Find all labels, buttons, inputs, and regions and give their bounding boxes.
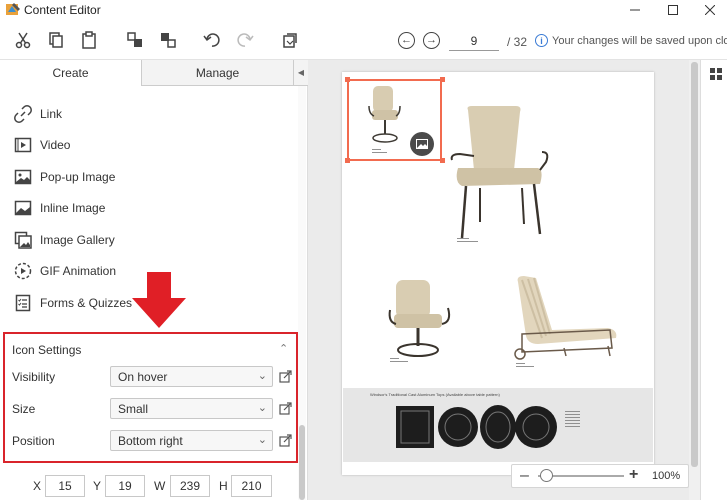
y-label: Y [93, 479, 102, 493]
size-label: Size [12, 402, 36, 416]
zoom-value: 100% [652, 470, 681, 482]
apply-to-all-icon[interactable] [279, 369, 293, 383]
undo-icon[interactable] [202, 30, 222, 50]
menu-item-video[interactable]: Video [0, 131, 295, 159]
next-page-icon[interactable]: → [423, 32, 440, 49]
window-title: Content Editor [24, 3, 101, 17]
visibility-select[interactable]: On hover ⌄ [110, 366, 273, 387]
tab-create[interactable]: Create [0, 60, 141, 86]
save-note: Your changes will be saved upon close [552, 35, 727, 47]
minimize-button[interactable] [618, 0, 652, 20]
maximize-button[interactable] [656, 0, 690, 20]
cut-icon[interactable] [13, 30, 33, 50]
position-label: Position [12, 434, 55, 448]
position-value: Bottom right [118, 434, 183, 448]
apply-to-all-icon[interactable] [279, 401, 293, 415]
right-sidebar [700, 60, 727, 500]
form-icon [15, 294, 31, 312]
collapse-panel-icon[interactable]: ◀ [293, 60, 308, 86]
send-backward-icon[interactable] [158, 30, 178, 50]
video-icon [14, 137, 32, 153]
zoom-slider-thumb[interactable] [540, 469, 553, 482]
menu-item-label: Pop-up Image [40, 170, 116, 184]
product-caption: ▬▬▬ ▬▬▬▬▬▬ [516, 361, 534, 368]
resize-handle[interactable] [345, 158, 350, 163]
resize-handle[interactable] [440, 158, 445, 163]
chevron-down-icon: ⌄ [257, 402, 267, 414]
menu-item-inline-image[interactable]: Inline Image [0, 194, 295, 222]
red-arrow-icon [132, 272, 186, 328]
page-total: / 32 [507, 35, 528, 49]
resize-handle[interactable] [345, 77, 350, 82]
size-select[interactable]: Small ⌄ [110, 398, 273, 419]
menu-item-popup-image[interactable]: Pop-up Image [0, 163, 295, 191]
info-icon: i [535, 34, 548, 47]
gif-icon [14, 262, 32, 280]
app-logo-icon [6, 3, 20, 15]
icon-settings-title: Icon Settings [12, 343, 82, 357]
left-panel-scrollbar-thumb[interactable] [299, 425, 305, 500]
menu-item-label: GIF Animation [40, 264, 117, 278]
chevron-down-icon: ⌄ [257, 370, 267, 382]
menu-item-label: Image Gallery [40, 233, 115, 247]
close-button[interactable] [693, 0, 727, 20]
copy-icon[interactable] [46, 30, 66, 50]
link-icon [14, 105, 32, 123]
apply-to-all-icon[interactable] [279, 433, 293, 447]
paste-icon[interactable] [79, 30, 99, 50]
inline-image-icon [14, 200, 32, 216]
h-label: H [219, 479, 228, 493]
h-input[interactable] [231, 475, 272, 497]
redo-icon[interactable] [235, 30, 255, 50]
x-input[interactable] [45, 475, 85, 497]
table-tops-title: Windsor's Traditional Cast Aluminum Tops… [370, 392, 500, 397]
w-input[interactable] [170, 475, 210, 497]
replace-icon[interactable] [280, 30, 300, 50]
dining-chair-image [450, 106, 549, 239]
position-select[interactable]: Bottom right ⌄ [110, 430, 273, 451]
thumbnails-grid-icon[interactable] [710, 68, 722, 80]
menu-item-link[interactable]: Link [0, 100, 295, 128]
menu-item-label: Video [40, 138, 71, 152]
gallery-icon [14, 231, 32, 249]
canvas-scrollbar-thumb[interactable] [691, 62, 698, 467]
toolbar: ← → / 32 i Your changes will be saved up… [0, 20, 727, 60]
product-caption: ▬▬▬▬ ▬▬▬▬▬▬▬ [457, 236, 478, 243]
tab-manage[interactable]: Manage [141, 60, 293, 86]
previous-page-icon[interactable]: ← [398, 32, 415, 49]
visibility-value: On hover [118, 370, 168, 384]
zoom-out-icon[interactable]: – [520, 467, 529, 485]
table-tops-image [396, 405, 557, 449]
title-bar: Content Editor [0, 0, 727, 20]
page-number-input[interactable] [449, 31, 499, 51]
zoom-in-icon[interactable]: + [629, 466, 638, 484]
swivel-rocker-image [388, 280, 451, 357]
visibility-label: Visibility [12, 370, 56, 384]
size-value: Small [118, 402, 149, 416]
menu-item-label: Forms & Quizzes [40, 296, 133, 310]
bring-forward-icon[interactable] [125, 30, 145, 50]
x-label: X [33, 479, 42, 493]
chevron-up-icon[interactable]: ⌃ [279, 342, 288, 355]
product-caption: ▬▬▬ ▬▬▬▬▬▬ [390, 356, 408, 363]
menu-item-label: Link [40, 107, 63, 121]
popup-image-badge-icon[interactable] [410, 132, 434, 156]
y-input[interactable] [105, 475, 145, 497]
w-label: W [154, 479, 166, 493]
icon-settings-panel: Icon Settings ⌃ Visibility On hover ⌄ Si… [3, 332, 298, 463]
menu-item-image-gallery[interactable]: Image Gallery [0, 226, 295, 254]
image-icon [14, 169, 32, 185]
chaise-lounge-image [514, 276, 617, 360]
chevron-down-icon: ⌄ [257, 434, 267, 446]
menu-item-label: Inline Image [40, 201, 106, 215]
product-caption: ▬▬▬▬▬ ▬▬▬▬▬ ▬▬▬▬▬ ▬▬▬▬▬ ▬▬▬▬▬ ▬▬▬▬▬ [565, 409, 580, 428]
resize-handle[interactable] [440, 77, 445, 82]
